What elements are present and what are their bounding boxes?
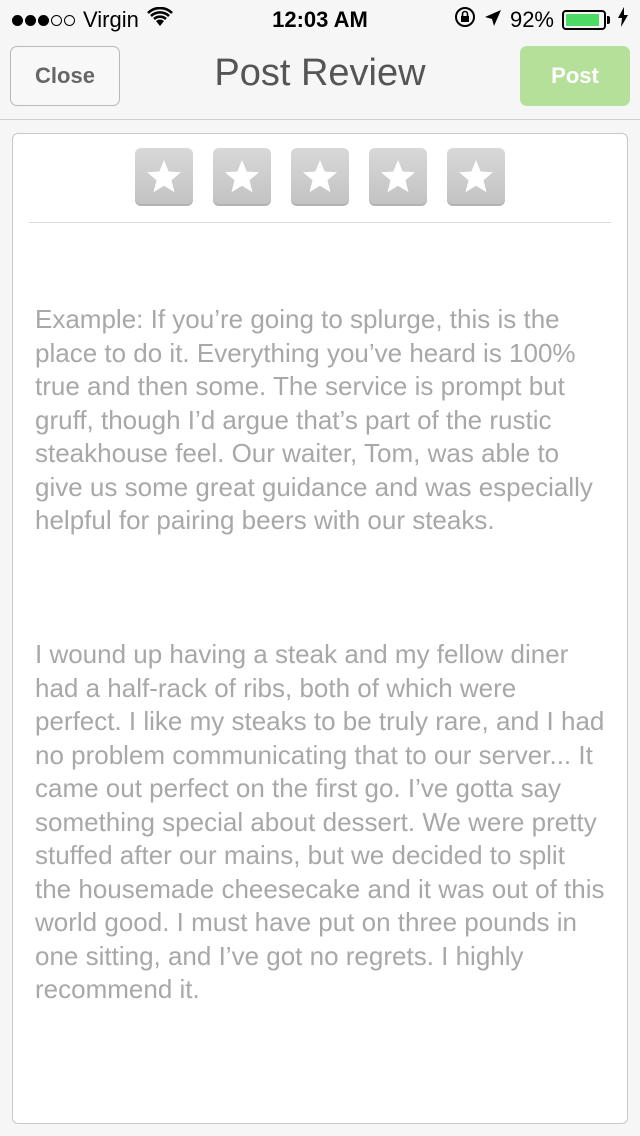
charging-icon [618,7,628,33]
placeholder-paragraph: Example: If you’re going to splurge, thi… [35,304,601,535]
review-card: Example: If you’re going to splurge, thi… [12,133,628,1124]
star-icon [303,160,337,193]
battery-icon [562,10,610,30]
signal-strength-icon [12,14,75,26]
review-text-input[interactable]: Example: If you’re going to splurge, thi… [35,236,607,1103]
star-icon [147,160,181,193]
location-arrow-icon [484,7,502,33]
star-rating [13,148,627,206]
divider [29,222,611,223]
status-bar: Virgin 12:03 AM 92% [0,0,640,40]
post-button[interactable]: Post [520,46,630,106]
star-icon [381,160,415,193]
star-rating-button-1[interactable] [135,148,193,206]
close-button[interactable]: Close [10,46,120,106]
star-rating-button-3[interactable] [291,148,349,206]
navigation-bar: Close Post Review Post [0,40,640,120]
rotation-lock-icon [454,6,476,34]
signal-dot [38,14,49,26]
star-rating-button-5[interactable] [447,148,505,206]
carrier-name: Virgin [83,7,139,32]
placeholder-paragraph: I wound up having a steak and my fellow … [35,639,612,1004]
signal-dot [25,14,36,26]
status-right: 92% [454,6,628,34]
wifi-icon [146,6,173,33]
star-icon [459,160,493,193]
status-left: Virgin [12,6,173,33]
signal-dot [12,14,23,26]
signal-dot [51,14,62,26]
signal-dot [64,14,75,26]
star-icon [225,160,259,193]
battery-percent: 92% [509,7,554,32]
star-rating-button-2[interactable] [213,148,271,206]
star-rating-button-4[interactable] [369,148,427,206]
page-title: Post Review [214,52,426,94]
battery-level [566,14,600,26]
